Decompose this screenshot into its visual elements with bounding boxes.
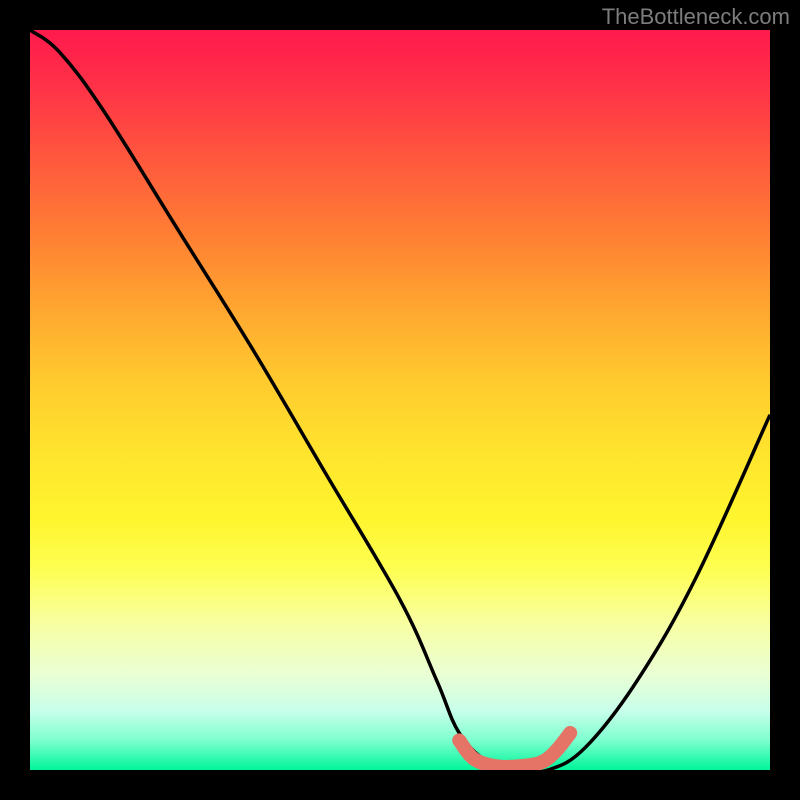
curve-svg [30,30,770,770]
chart-container: TheBottleneck.com [0,0,800,800]
plot-area [30,30,770,770]
bottleneck-curve [30,30,770,770]
optimal-range-marker [459,733,570,767]
watermark-text: TheBottleneck.com [602,4,790,30]
